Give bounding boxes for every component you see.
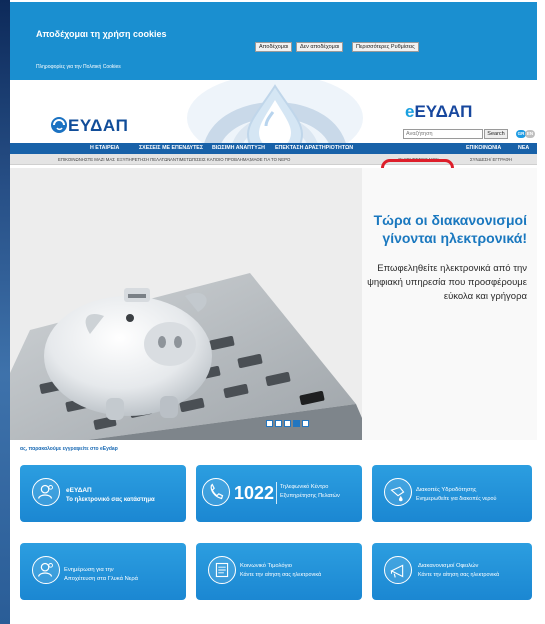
tile-sewerage-title: Ενημέρωση για την [64, 567, 114, 573]
piggy-bank-calculator-image [10, 273, 362, 440]
hero-headline: Τώρα οι διακανονισμοί γίνονται ηλεκτρονι… [367, 211, 527, 247]
megaphone-icon [384, 556, 412, 584]
hero-headline-line-1: Τώρα οι διακανονισμοί [373, 212, 527, 228]
tile-water-interruptions-subtitle: Ενημερωθείτε για διακοπές νερού [416, 496, 497, 502]
tile-call-center[interactable]: 1022 Τηλεφωνικό Κέντρο Εξυπηρέτησης Πελα… [196, 465, 362, 522]
hero-text-panel: Τώρα οι διακανονισμοί γίνονται ηλεκτρονι… [362, 168, 537, 440]
person-icon [32, 556, 60, 584]
language-en-button[interactable]: EN [525, 130, 535, 138]
person-icon [32, 478, 60, 506]
nav-company[interactable]: Η ΕΤΑΙΡΕΙΑ [90, 143, 119, 154]
carousel-dot-5[interactable] [302, 420, 309, 427]
cookie-banner-title: Αποδέχομαι τη χρήση cookies [36, 29, 167, 39]
register-notice[interactable]: ας, παρακαλούμε εγγραφείτε στο eEydap [20, 446, 118, 452]
tile-social-tariff-title: Κοινωνικό Τιμολόγιο [240, 563, 292, 569]
tile-divider [276, 482, 277, 504]
carousel-dot-3[interactable] [284, 420, 291, 427]
subnav-contact-us[interactable]: ΕΠΙΚΟΙΝΩΝΗΣΤΕ ΜΑΖΙ ΜΑΣ [58, 154, 115, 165]
cookie-policy-link[interactable]: Πληροφορίες για την Πολιτική Cookies [36, 64, 121, 70]
window-edge [0, 0, 10, 624]
accept-cookies-button[interactable]: Αποδέχομαι [255, 42, 293, 52]
document-icon [208, 556, 236, 584]
cookie-banner: Αποδέχομαι τη χρήση cookies Πληροφορίες … [10, 2, 537, 80]
tile-social-tariff[interactable]: Κοινωνικό Τιμολόγιο Κάντε την αίτηση σας… [196, 543, 362, 600]
site-header: ΕΥΔΑΠ eΕΥΔΑΠ Αναζήτηση Search GR EN [10, 80, 537, 152]
tile-sewerage-subtitle: Αποχέτευση στα Γλυκά Νερά [64, 576, 139, 582]
search-input[interactable]: Αναζήτηση [403, 129, 483, 139]
cookie-settings-button[interactable]: Περισσότερες Ρυθμίσεις [352, 42, 419, 52]
hero-banner[interactable]: Τώρα οι διακανονισμοί γίνονται ηλεκτρονι… [10, 168, 537, 440]
subnav-problem[interactable]: ΑΝΤΙΜΕΤΩΠΙΣΕΙΣ ΚΑΠΟΙΟ ΠΡΟΒΛΗΜΑ; [170, 154, 251, 165]
hero-image [10, 168, 362, 440]
eydap-brand[interactable]: eΕΥΔΑΠ [405, 102, 472, 122]
hero-description-line-1: Επωφεληθείτε ηλεκτρονικά από την [377, 263, 527, 274]
main-navigation: Η ΕΤΑΙΡΕΙΑ ΣΧΕΣΕΙΣ ΜΕ ΕΠΕΝΔΥΤΕΣ ΒΙΩΣΙΜΗ … [10, 143, 537, 154]
subnav-login-register[interactable]: ΣΥΝΔΕΣΗ/ ΕΓΓΡΑΦΗ [470, 154, 512, 165]
browser-page: Αποδέχομαι τη χρήση cookies Πληροφορίες … [0, 0, 545, 624]
subnav-customer-service[interactable]: ΕΞΥΠΗΡΕΤΗΣΗ ΠΕΛΑΤΩΝ [117, 154, 170, 165]
tile-debt-settlement-subtitle: Κάντε την αίτηση σας ηλεκτρονικά [418, 572, 500, 578]
tile-eeydap[interactable]: eΕΥΔΑΠ Το ηλεκτρονικό σας κατάστημα [20, 465, 186, 522]
tile-call-center-title: Τηλεφωνικό Κέντρο [280, 484, 329, 490]
eydap-brand-name: ΕΥΔΑΠ [414, 102, 473, 121]
subnav-learn-water[interactable]: ΜΑΘΕ ΓΙΑ ΤΟ ΝΕΡΟ [250, 154, 290, 165]
carousel-dot-4[interactable] [293, 420, 300, 427]
water-drop-graphic [187, 80, 363, 152]
tile-debt-settlement[interactable]: Διακανονισμοί Οφειλών Κάντε την αίτηση σ… [372, 543, 532, 600]
tile-eeydap-subtitle: Το ηλεκτρονικό σας κατάστημα [66, 497, 155, 503]
nav-sustainability[interactable]: ΒΙΩΣΙΜΗ ΑΝΑΠΤΥΞΗ [212, 143, 265, 154]
tile-debt-settlement-title: Διακανονισμοί Οφειλών [418, 563, 479, 569]
logo-text[interactable]: ΕΥΔΑΠ [68, 116, 128, 136]
tile-water-interruptions[interactable]: Διακοπές Υδροδότησης Ενημερωθείτε για δι… [372, 465, 532, 522]
carousel-dot-2[interactable] [275, 420, 282, 427]
phone-icon [202, 478, 230, 506]
hero-headline-line-2: γίνονται ηλεκτρονικά! [382, 230, 527, 246]
tile-call-center-subtitle: Εξυπηρέτησης Πελατών [280, 493, 340, 499]
tile-sewerage-info[interactable]: Ενημέρωση για την Αποχέτευση στα Γλυκά Ν… [20, 543, 186, 600]
tile-water-interruptions-title: Διακοπές Υδροδότησης [416, 487, 477, 493]
nav-investors[interactable]: ΣΧΕΣΕΙΣ ΜΕ ΕΠΕΝΔΥΤΕΣ [139, 143, 203, 154]
hero-description: Επωφεληθείτε ηλεκτρονικά από την ψηφιακή… [357, 262, 527, 304]
carousel-dot-1[interactable] [266, 420, 273, 427]
nav-expansion[interactable]: ΕΠΕΚΤΑΣΗ ΔΡΑΣΤΗΡΙΟΤΗΤΩΝ [275, 143, 353, 154]
hero-description-line-3: εύκολα και γρήγορα [443, 291, 527, 302]
call-center-number: 1022 [234, 483, 275, 503]
water-tap-icon [384, 478, 412, 506]
secondary-navigation: ΕΠΙΚΟΙΝΩΝΗΣΤΕ ΜΑΖΙ ΜΑΣ ΕΞΥΠΗΡΕΤΗΣΗ ΠΕΛΑΤ… [10, 154, 537, 165]
tile-social-tariff-subtitle: Κάντε την αίτηση σας ηλεκτρονικά [240, 572, 322, 578]
tile-eeydap-title: eΕΥΔΑΠ [66, 487, 92, 494]
decline-cookies-button[interactable]: Δεν αποδέχομαι [296, 42, 344, 52]
hero-description-line-2: ψηφιακή υπηρεσία που προσφέρουμε [367, 277, 527, 288]
nav-contact[interactable]: ΕΠΙΚΟΙΝΩΝΙΑ [466, 143, 501, 154]
nav-news[interactable]: ΝΕΑ [518, 143, 529, 154]
search-button[interactable]: Search [484, 129, 508, 139]
